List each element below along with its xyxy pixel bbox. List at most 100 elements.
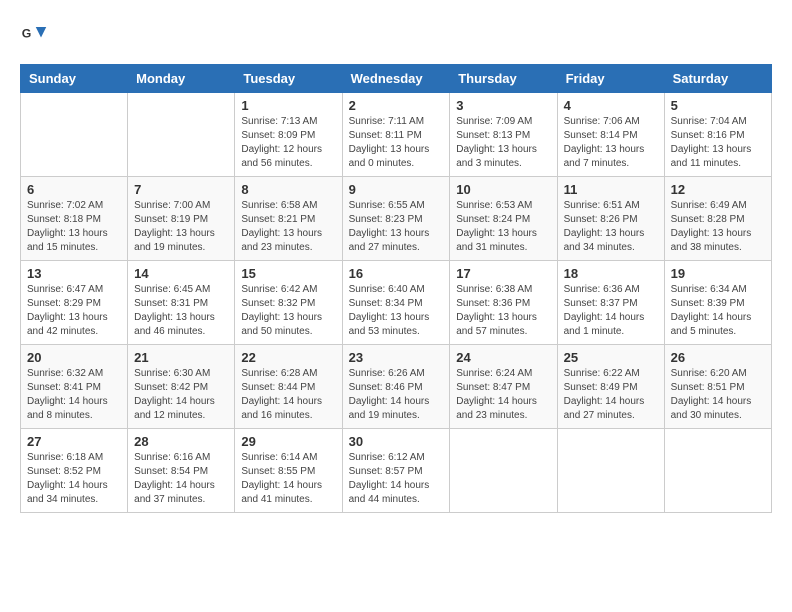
day-number: 21 xyxy=(134,350,228,365)
column-header-friday: Friday xyxy=(557,65,664,93)
day-info: Sunrise: 7:04 AM Sunset: 8:16 PM Dayligh… xyxy=(671,115,765,171)
day-number: 9 xyxy=(349,182,444,197)
calendar-cell: 30 Sunrise: 6:12 AM Sunset: 8:57 PM Dayli… xyxy=(342,429,450,513)
calendar-cell: 16Sunrise: 6:40 AM Sunset: 8:34 PM Dayli… xyxy=(342,261,450,345)
day-info: Sunrise: 6:45 AM Sunset: 8:31 PM Dayligh… xyxy=(134,283,228,339)
day-info: Sunrise: 6:32 AM Sunset: 8:41 PM Dayligh… xyxy=(27,367,121,423)
day-number: 7 xyxy=(134,182,228,197)
calendar-cell: 11Sunrise: 6:51 AM Sunset: 8:26 PM Dayli… xyxy=(557,177,664,261)
column-header-saturday: Saturday xyxy=(664,65,771,93)
day-number: 25 xyxy=(564,350,658,365)
calendar-table: SundayMondayTuesdayWednesdayThursdayFrid… xyxy=(20,64,772,513)
day-info: Sunrise: 6:42 AM Sunset: 8:32 PM Dayligh… xyxy=(241,283,335,339)
day-number: 27 xyxy=(27,434,121,449)
day-number: 6 xyxy=(27,182,121,197)
day-info: Sunrise: 6:12 AM Sunset: 8:57 PM Dayligh… xyxy=(349,451,444,507)
column-header-wednesday: Wednesday xyxy=(342,65,450,93)
calendar-cell: 2 Sunrise: 7:11 AM Sunset: 8:11 PM Daylig… xyxy=(342,93,450,177)
day-info: Sunrise: 6:38 AM Sunset: 8:36 PM Dayligh… xyxy=(456,283,550,339)
column-header-tuesday: Tuesday xyxy=(235,65,342,93)
day-number: 30 xyxy=(349,434,444,449)
logo: G xyxy=(20,20,52,48)
day-number: 13 xyxy=(27,266,121,281)
day-number: 17 xyxy=(456,266,550,281)
calendar-cell: 20 Sunrise: 6:32 AM Sunset: 8:41 PM Dayli… xyxy=(21,345,128,429)
calendar-cell: 24 Sunrise: 6:24 AM Sunset: 8:47 PM Dayli… xyxy=(450,345,557,429)
calendar-cell: 21Sunrise: 6:30 AM Sunset: 8:42 PM Dayli… xyxy=(128,345,235,429)
calendar-cell: 19 Sunrise: 6:34 AM Sunset: 8:39 PM Dayli… xyxy=(664,261,771,345)
day-info: Sunrise: 6:49 AM Sunset: 8:28 PM Dayligh… xyxy=(671,199,765,255)
day-header-row: SundayMondayTuesdayWednesdayThursdayFrid… xyxy=(21,65,772,93)
day-number: 18 xyxy=(564,266,658,281)
day-number: 3 xyxy=(456,98,550,113)
day-number: 29 xyxy=(241,434,335,449)
calendar-cell: 10Sunrise: 6:53 AM Sunset: 8:24 PM Dayli… xyxy=(450,177,557,261)
calendar-week-4: 20 Sunrise: 6:32 AM Sunset: 8:41 PM Dayli… xyxy=(21,345,772,429)
logo-icon: G xyxy=(20,20,48,48)
calendar-cell: 22 Sunrise: 6:28 AM Sunset: 8:44 PM Dayli… xyxy=(235,345,342,429)
calendar-cell: 7 Sunrise: 7:00 AM Sunset: 8:19 PM Daylig… xyxy=(128,177,235,261)
day-number: 22 xyxy=(241,350,335,365)
day-info: Sunrise: 7:00 AM Sunset: 8:19 PM Dayligh… xyxy=(134,199,228,255)
day-info: Sunrise: 6:14 AM Sunset: 8:55 PM Dayligh… xyxy=(241,451,335,507)
day-info: Sunrise: 7:06 AM Sunset: 8:14 PM Dayligh… xyxy=(564,115,658,171)
day-info: Sunrise: 6:26 AM Sunset: 8:46 PM Dayligh… xyxy=(349,367,444,423)
calendar-cell xyxy=(21,93,128,177)
calendar-cell: 8 Sunrise: 6:58 AM Sunset: 8:21 PM Daylig… xyxy=(235,177,342,261)
day-info: Sunrise: 6:40 AM Sunset: 8:34 PM Dayligh… xyxy=(349,283,444,339)
calendar-cell: 26 Sunrise: 6:20 AM Sunset: 8:51 PM Dayli… xyxy=(664,345,771,429)
calendar-cell: 15 Sunrise: 6:42 AM Sunset: 8:32 PM Dayli… xyxy=(235,261,342,345)
column-header-sunday: Sunday xyxy=(21,65,128,93)
calendar-cell: 6 Sunrise: 7:02 AM Sunset: 8:18 PM Daylig… xyxy=(21,177,128,261)
day-info: Sunrise: 6:36 AM Sunset: 8:37 PM Dayligh… xyxy=(564,283,658,339)
day-number: 10 xyxy=(456,182,550,197)
calendar-cell: 1 Sunrise: 7:13 AM Sunset: 8:09 PM Daylig… xyxy=(235,93,342,177)
day-number: 24 xyxy=(456,350,550,365)
calendar-cell: 25Sunrise: 6:22 AM Sunset: 8:49 PM Dayli… xyxy=(557,345,664,429)
calendar-cell: 23Sunrise: 6:26 AM Sunset: 8:46 PM Dayli… xyxy=(342,345,450,429)
day-info: Sunrise: 6:58 AM Sunset: 8:21 PM Dayligh… xyxy=(241,199,335,255)
calendar-cell: 13Sunrise: 6:47 AM Sunset: 8:29 PM Dayli… xyxy=(21,261,128,345)
calendar-cell: 14 Sunrise: 6:45 AM Sunset: 8:31 PM Dayli… xyxy=(128,261,235,345)
day-info: Sunrise: 6:24 AM Sunset: 8:47 PM Dayligh… xyxy=(456,367,550,423)
day-info: Sunrise: 6:16 AM Sunset: 8:54 PM Dayligh… xyxy=(134,451,228,507)
day-number: 2 xyxy=(349,98,444,113)
day-number: 26 xyxy=(671,350,765,365)
day-info: Sunrise: 6:28 AM Sunset: 8:44 PM Dayligh… xyxy=(241,367,335,423)
day-info: Sunrise: 7:11 AM Sunset: 8:11 PM Dayligh… xyxy=(349,115,444,171)
calendar-cell: 3Sunrise: 7:09 AM Sunset: 8:13 PM Daylig… xyxy=(450,93,557,177)
calendar-header: SundayMondayTuesdayWednesdayThursdayFrid… xyxy=(21,65,772,93)
calendar-body: 1 Sunrise: 7:13 AM Sunset: 8:09 PM Daylig… xyxy=(21,93,772,513)
day-number: 12 xyxy=(671,182,765,197)
calendar-cell: 28 Sunrise: 6:16 AM Sunset: 8:54 PM Dayli… xyxy=(128,429,235,513)
day-number: 15 xyxy=(241,266,335,281)
calendar-cell: 17 Sunrise: 6:38 AM Sunset: 8:36 PM Dayli… xyxy=(450,261,557,345)
calendar-cell xyxy=(664,429,771,513)
calendar-cell: 27 Sunrise: 6:18 AM Sunset: 8:52 PM Dayli… xyxy=(21,429,128,513)
day-info: Sunrise: 6:55 AM Sunset: 8:23 PM Dayligh… xyxy=(349,199,444,255)
day-info: Sunrise: 6:20 AM Sunset: 8:51 PM Dayligh… xyxy=(671,367,765,423)
calendar-cell: 29 Sunrise: 6:14 AM Sunset: 8:55 PM Dayli… xyxy=(235,429,342,513)
column-header-monday: Monday xyxy=(128,65,235,93)
calendar-week-2: 6 Sunrise: 7:02 AM Sunset: 8:18 PM Daylig… xyxy=(21,177,772,261)
day-number: 8 xyxy=(241,182,335,197)
calendar-week-1: 1 Sunrise: 7:13 AM Sunset: 8:09 PM Daylig… xyxy=(21,93,772,177)
day-number: 14 xyxy=(134,266,228,281)
day-info: Sunrise: 6:34 AM Sunset: 8:39 PM Dayligh… xyxy=(671,283,765,339)
page-header: G xyxy=(20,20,772,48)
day-info: Sunrise: 7:13 AM Sunset: 8:09 PM Dayligh… xyxy=(241,115,335,171)
day-number: 19 xyxy=(671,266,765,281)
calendar-week-3: 13Sunrise: 6:47 AM Sunset: 8:29 PM Dayli… xyxy=(21,261,772,345)
calendar-cell xyxy=(450,429,557,513)
day-number: 1 xyxy=(241,98,335,113)
day-number: 4 xyxy=(564,98,658,113)
calendar-cell: 4 Sunrise: 7:06 AM Sunset: 8:14 PM Daylig… xyxy=(557,93,664,177)
day-info: Sunrise: 7:02 AM Sunset: 8:18 PM Dayligh… xyxy=(27,199,121,255)
day-number: 20 xyxy=(27,350,121,365)
day-number: 11 xyxy=(564,182,658,197)
day-number: 28 xyxy=(134,434,228,449)
calendar-cell: 5Sunrise: 7:04 AM Sunset: 8:16 PM Daylig… xyxy=(664,93,771,177)
calendar-cell xyxy=(128,93,235,177)
calendar-cell: 9 Sunrise: 6:55 AM Sunset: 8:23 PM Daylig… xyxy=(342,177,450,261)
day-info: Sunrise: 6:18 AM Sunset: 8:52 PM Dayligh… xyxy=(27,451,121,507)
